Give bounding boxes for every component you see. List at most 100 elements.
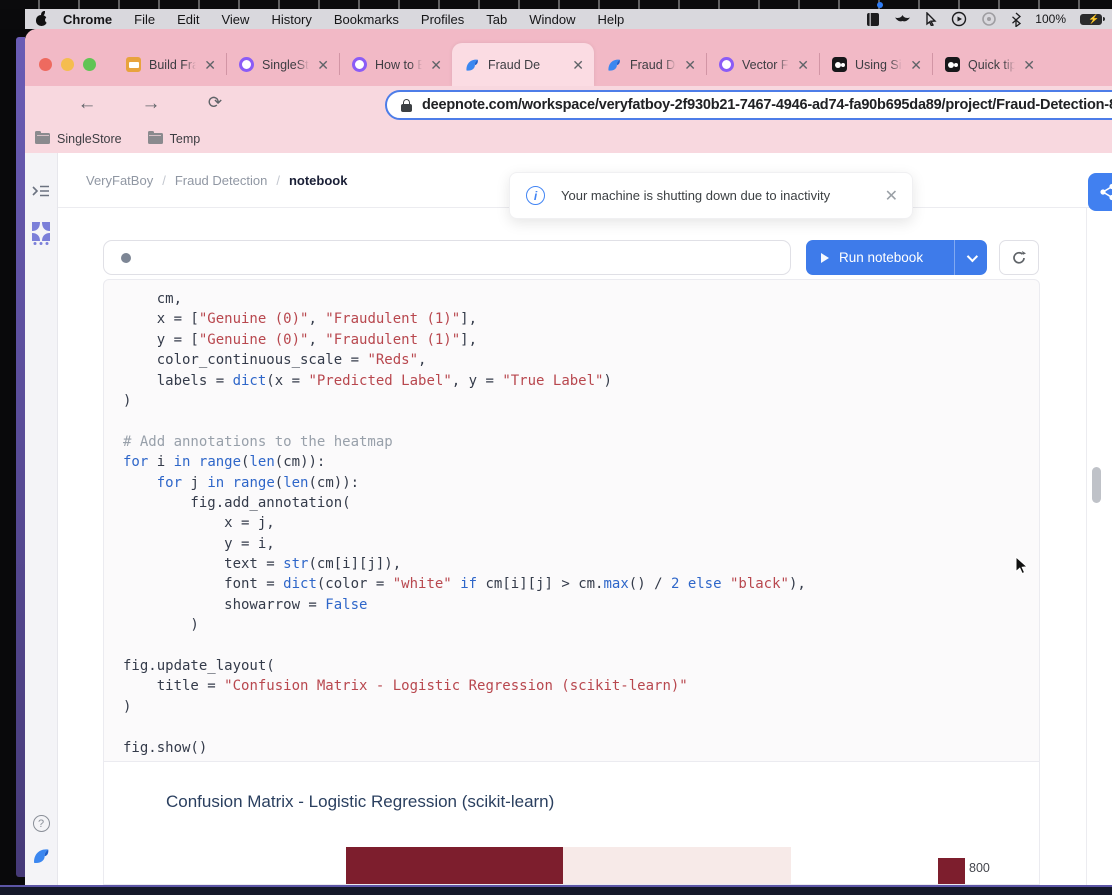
tab-label: SingleSt <box>262 58 309 72</box>
menubar-item-file[interactable]: File <box>134 12 155 27</box>
code-line: cm, <box>123 289 1039 309</box>
code-line: showarrow = False <box>123 595 1039 615</box>
video-dark-favicon <box>832 57 847 72</box>
cell-prompt-input[interactable] <box>103 240 791 275</box>
play-icon <box>821 253 829 263</box>
workspace-logo-icon[interactable] <box>29 220 53 251</box>
help-icon[interactable]: ? <box>33 815 50 832</box>
play-status-icon[interactable] <box>951 11 967 27</box>
menubar-item-tab[interactable]: Tab <box>486 12 507 27</box>
zoom-window-button[interactable] <box>83 58 96 71</box>
deepnote-logo-icon[interactable] <box>31 846 51 871</box>
breadcrumb-item[interactable]: Fraud Detection <box>175 173 268 188</box>
code-line: title = "Confusion Matrix - Logistic Reg… <box>123 676 1039 696</box>
menubar-item-edit[interactable]: Edit <box>177 12 199 27</box>
bartender-bat-icon[interactable] <box>894 13 911 26</box>
screen: Chrome File Edit View History Bookmarks Profi… <box>0 0 1112 895</box>
code-line: for i in range(len(cm)): <box>123 452 1039 472</box>
app-main: VeryFatBoy/Fraud Detection/notebook i Yo… <box>58 153 1112 885</box>
menubar-item-help[interactable]: Help <box>598 12 625 27</box>
scrollbar-thumb[interactable] <box>1092 467 1101 503</box>
code-content: cm, x = ["Genuine (0)", "Fraudulent (1)"… <box>104 280 1039 758</box>
code-line: # Add annotations to the heatmap <box>123 432 1039 452</box>
code-line: fig.show() <box>123 738 1039 758</box>
address-bar[interactable]: deepnote.com/workspace/veryfatboy-2f930b… <box>385 90 1112 120</box>
tab-close-icon[interactable]: ✕ <box>1023 58 1035 72</box>
tab-label: How to E <box>375 58 422 72</box>
url-text: deepnote.com/workspace/veryfatboy-2f930b… <box>422 97 1112 113</box>
menubar-item-window[interactable]: Window <box>529 12 575 27</box>
apple-menu-icon[interactable] <box>35 12 49 26</box>
bookmark-item[interactable]: Temp <box>148 132 201 146</box>
toast-close-icon[interactable]: ✕ <box>877 186 898 206</box>
code-line: fig.add_annotation( <box>123 493 1039 513</box>
macos-menubar: Chrome File Edit View History Bookmarks Profi… <box>25 9 1112 29</box>
browser-tab[interactable]: Fraud De ✕ <box>452 43 594 86</box>
pointer-status-icon[interactable] <box>925 12 937 26</box>
run-notebook-label: Run notebook <box>839 250 954 265</box>
close-window-button[interactable] <box>39 58 52 71</box>
code-line: x = j, <box>123 513 1039 533</box>
tab-close-icon[interactable]: ✕ <box>797 58 809 72</box>
battery-icon[interactable]: ⚡ <box>1080 14 1102 25</box>
bookmarks-bar: SingleStore Temp <box>25 124 1112 153</box>
refresh-button[interactable] <box>999 240 1039 275</box>
mouse-cursor <box>1015 556 1031 576</box>
tab-close-icon[interactable]: ✕ <box>572 58 584 72</box>
breadcrumb-separator: / <box>276 173 280 188</box>
browser-tab[interactable]: Vector F✕ <box>707 43 819 86</box>
menubar-status-area: 100% ⚡ <box>866 11 1102 27</box>
browser-tab[interactable]: How to E ✕ <box>340 43 452 86</box>
ssl-lock-icon[interactable] <box>401 99 412 112</box>
browser-tab[interactable]: Build Fra✕ <box>114 43 226 86</box>
tab-label: Fraud De <box>488 58 564 72</box>
dimmed-status-icon[interactable] <box>981 11 997 27</box>
notebook-cell: Run notebook cm, x = ["Genuine (0)", "Fr… <box>103 240 1040 885</box>
ring-purple-favicon <box>352 57 367 72</box>
code-line: x = ["Genuine (0)", "Fraudulent (1)"], <box>123 309 1039 329</box>
tab-label: Fraud De <box>630 58 676 72</box>
browser-tab[interactable]: Quick tip✕ <box>933 43 1045 86</box>
chrome-window: Build Fra✕SingleSt✕How to E✕Fraud De✕Fra… <box>25 29 1112 885</box>
minimize-window-button[interactable] <box>61 58 74 71</box>
menubar-item-profiles[interactable]: Profiles <box>421 12 464 27</box>
tab-close-icon[interactable]: ✕ <box>317 58 329 72</box>
refresh-icon <box>1011 250 1027 266</box>
back-button[interactable]: ← <box>73 94 101 113</box>
menubar-app-name[interactable]: Chrome <box>63 12 112 27</box>
bookmark-item[interactable]: SingleStore <box>35 132 122 146</box>
collapse-sidebar-icon[interactable] <box>31 183 51 204</box>
menubar-item-bookmarks[interactable]: Bookmarks <box>334 12 399 27</box>
breadcrumb-item[interactable]: VeryFatBoy <box>86 173 153 188</box>
browser-tab[interactable]: Fraud De ✕ <box>594 43 706 86</box>
tab-strip: Build Fra✕SingleSt✕How to E✕Fraud De✕Fra… <box>25 29 1112 86</box>
deepnote-favicon <box>464 57 480 73</box>
share-button[interactable] <box>1088 173 1112 211</box>
run-notebook-button[interactable]: Run notebook <box>806 240 987 275</box>
forward-button[interactable]: → <box>137 94 165 113</box>
desktop-background-edge <box>0 29 25 885</box>
reading-list-icon[interactable] <box>866 12 880 27</box>
code-editor[interactable]: cm, x = ["Genuine (0)", "Fraudulent (1)"… <box>103 279 1040 762</box>
browser-tabs: Build Fra✕SingleSt✕How to E✕Fraud De✕Fra… <box>114 29 1112 86</box>
tab-label: Using Si <box>855 58 902 72</box>
breadcrumb: VeryFatBoy/Fraud Detection/notebook <box>86 173 347 188</box>
breadcrumb-item: notebook <box>289 173 348 188</box>
ring-purple-favicon <box>239 57 254 72</box>
menubar-items: File Edit View History Bookmarks Profiles Tab W… <box>134 12 646 27</box>
reload-button[interactable]: ⟳ <box>201 94 229 111</box>
bluetooth-icon[interactable] <box>1011 12 1021 27</box>
browser-tab[interactable]: Using Si ✕ <box>820 43 932 86</box>
tab-close-icon[interactable]: ✕ <box>430 58 442 72</box>
menubar-item-view[interactable]: View <box>221 12 249 27</box>
app-sidebar-rail: ? <box>25 153 58 885</box>
heatmap-cell-dark <box>346 847 563 885</box>
tab-close-icon[interactable]: ✕ <box>204 58 216 72</box>
doc-yellow-favicon <box>126 57 141 72</box>
browser-tab[interactable]: SingleSt ✕ <box>227 43 339 86</box>
menubar-item-history[interactable]: History <box>271 12 311 27</box>
run-options-caret[interactable] <box>955 254 987 262</box>
ring-purple-favicon <box>719 57 734 72</box>
tab-close-icon[interactable]: ✕ <box>910 58 922 72</box>
tab-close-icon[interactable]: ✕ <box>684 58 696 72</box>
